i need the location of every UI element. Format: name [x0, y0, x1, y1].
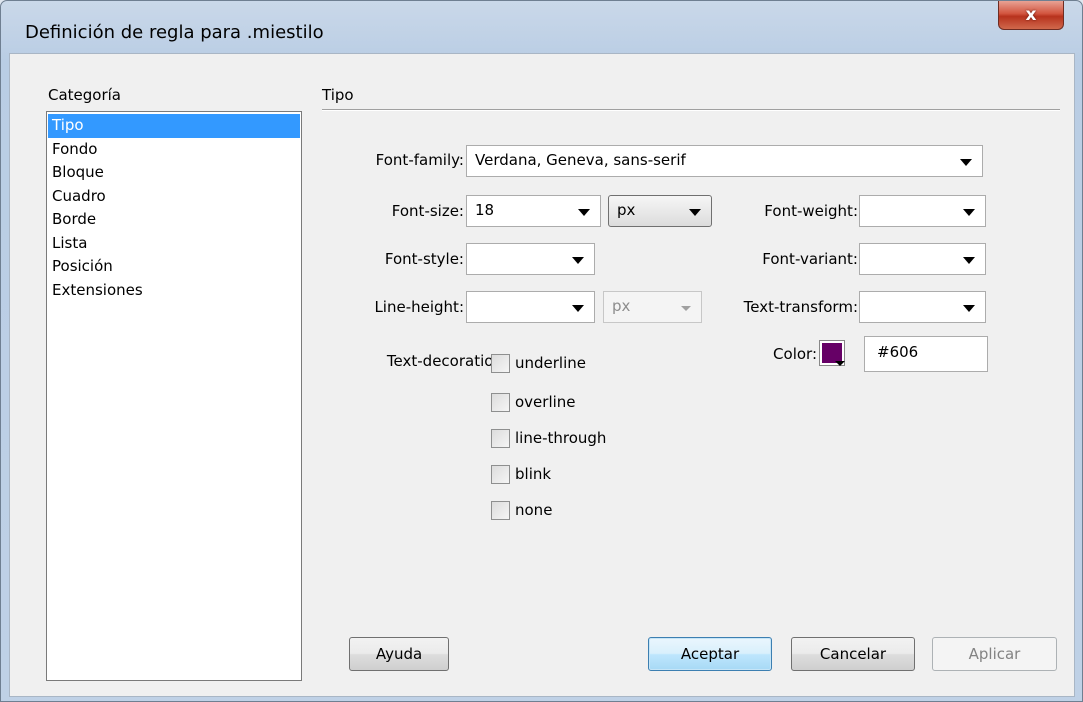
checkbox-box[interactable]: [491, 500, 510, 520]
text-transform-label: Text-transform:: [743, 298, 858, 316]
font-size-select[interactable]: 18: [466, 195, 601, 227]
font-family-value: Verdana, Geneva, sans-serif: [475, 151, 686, 169]
category-label: Categoría: [48, 86, 122, 104]
category-item-lista[interactable]: Lista: [48, 232, 300, 256]
blink-checkbox[interactable]: blink: [491, 462, 551, 486]
none-checkbox[interactable]: none: [491, 498, 552, 522]
chevron-down-icon: [963, 305, 975, 312]
category-item-fondo[interactable]: Fondo: [48, 138, 300, 162]
font-family-label: Font-family:: [375, 151, 464, 169]
section-title: Tipo: [322, 86, 354, 104]
dialog-window: Definición de regla para .miestilo x Cat…: [0, 0, 1083, 702]
line-through-checkbox[interactable]: line-through: [491, 426, 606, 450]
color-value: #606: [877, 343, 919, 361]
chevron-down-icon: [960, 159, 972, 166]
font-size-unit-select[interactable]: px: [608, 195, 712, 227]
checkbox-box[interactable]: [491, 353, 510, 373]
category-list[interactable]: Tipo Fondo Bloque Cuadro Borde Lista Pos…: [46, 111, 302, 681]
cancel-button[interactable]: Cancelar: [791, 637, 915, 671]
overline-label: overline: [515, 393, 576, 411]
text-transform-select[interactable]: [859, 291, 986, 323]
section-divider: [322, 109, 1060, 111]
category-item-borde[interactable]: Borde: [48, 208, 300, 232]
line-height-select[interactable]: [466, 291, 595, 323]
color-input[interactable]: #606: [864, 336, 988, 372]
category-item-posicion[interactable]: Posición: [48, 255, 300, 279]
category-item-tipo[interactable]: Tipo: [48, 114, 300, 138]
chevron-down-icon: [572, 305, 584, 312]
text-decoration-label: Text-decoration:: [386, 352, 508, 370]
color-swatch: [822, 343, 842, 363]
font-size-label: Font-size:: [391, 202, 464, 220]
chevron-down-icon: [578, 209, 590, 216]
font-variant-label: Font-variant:: [762, 250, 858, 268]
line-through-label: line-through: [515, 429, 607, 447]
window-title: Definición de regla para .miestilo: [25, 22, 324, 43]
font-weight-select[interactable]: [859, 195, 986, 227]
font-weight-label: Font-weight:: [764, 202, 858, 220]
category-item-bloque[interactable]: Bloque: [48, 161, 300, 185]
font-family-select[interactable]: Verdana, Geneva, sans-serif: [466, 145, 983, 177]
line-height-unit-value: px: [612, 297, 631, 315]
font-variant-select[interactable]: [859, 243, 986, 275]
checkbox-box[interactable]: [491, 464, 510, 484]
apply-button: Aplicar: [932, 637, 1057, 671]
underline-checkbox[interactable]: underline: [491, 351, 586, 375]
dialog-body: Categoría Tipo Fondo Bloque Cuadro Borde…: [9, 53, 1075, 697]
none-label: none: [515, 501, 553, 519]
blink-label: blink: [515, 465, 552, 483]
color-label: Color:: [773, 345, 817, 363]
chevron-down-icon: [681, 306, 691, 311]
ok-button[interactable]: Aceptar: [648, 637, 772, 671]
underline-label: underline: [515, 354, 587, 372]
chevron-down-icon: [963, 257, 975, 264]
font-style-select[interactable]: [466, 243, 595, 275]
chevron-down-icon: [572, 257, 584, 264]
help-button[interactable]: Ayuda: [349, 637, 449, 671]
overline-checkbox[interactable]: overline: [491, 390, 576, 414]
category-item-extensiones[interactable]: Extensiones: [48, 279, 300, 303]
chevron-down-icon: [963, 209, 975, 216]
checkbox-box[interactable]: [491, 428, 510, 448]
close-icon: x: [1025, 5, 1037, 25]
checkbox-box[interactable]: [491, 392, 510, 412]
line-height-label: Line-height:: [374, 298, 464, 316]
color-picker-button[interactable]: [819, 340, 845, 366]
close-button[interactable]: x: [998, 1, 1064, 30]
line-height-unit-select: px: [603, 291, 702, 323]
font-style-label: Font-style:: [384, 250, 464, 268]
chevron-down-icon: [689, 209, 701, 216]
chevron-down-icon: [835, 361, 845, 366]
font-size-value: 18: [475, 201, 495, 219]
font-size-unit-value: px: [617, 201, 636, 219]
category-item-cuadro[interactable]: Cuadro: [48, 185, 300, 209]
